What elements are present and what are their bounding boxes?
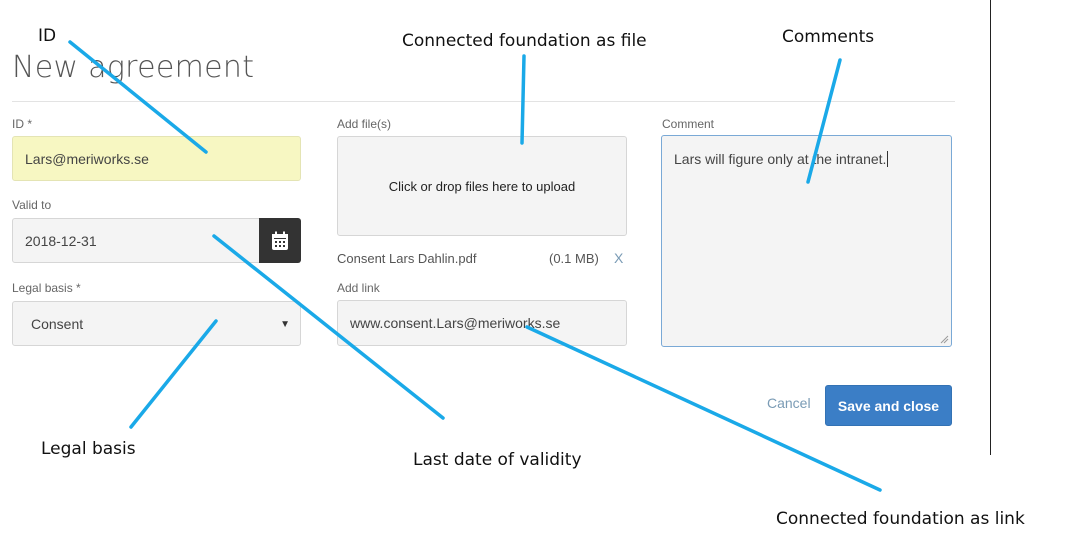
remove-file-icon[interactable]: X [614, 250, 623, 266]
legal-basis-select[interactable]: Consent ▼ [12, 301, 301, 346]
link-field[interactable]: www.consent.Lars@meriworks.se [337, 300, 627, 346]
id-field[interactable]: Lars@meriworks.se [12, 136, 301, 181]
file-dropzone[interactable]: Click or drop files here to upload [337, 136, 627, 236]
calendar-button[interactable] [259, 218, 301, 263]
id-value: Lars@meriworks.se [25, 150, 149, 167]
page-border [990, 0, 991, 455]
chevron-down-icon: ▼ [280, 319, 290, 330]
cancel-button[interactable]: Cancel [767, 395, 811, 411]
annotation-validity: Last date of validity [413, 450, 582, 470]
valid-to-field[interactable]: 2018-12-31 [12, 218, 260, 263]
comment-label: Comment [662, 117, 715, 131]
text-cursor [887, 151, 889, 167]
uploaded-file-name: Consent Lars Dahlin.pdf [337, 251, 477, 266]
uploaded-file-size: (0.1 MB) [549, 251, 599, 266]
valid-to-label: Valid to [12, 198, 52, 212]
annotation-file: Connected foundation as file [402, 31, 647, 51]
title-divider [12, 101, 955, 102]
annotation-link: Connected foundation as link [776, 509, 1025, 529]
link-value: www.consent.Lars@meriworks.se [350, 315, 561, 331]
comment-text: Lars will figure only at the intranet. [674, 151, 887, 167]
save-and-close-button[interactable]: Save and close [825, 385, 952, 426]
dropzone-text: Click or drop files here to upload [388, 178, 576, 194]
add-link-label: Add link [337, 281, 380, 295]
annotation-line-file [520, 54, 526, 145]
annotation-comments: Comments [782, 27, 875, 47]
legal-basis-label: Legal basis * [12, 281, 81, 295]
annotation-legal-basis: Legal basis [41, 439, 136, 459]
valid-to-value: 2018-12-31 [25, 232, 97, 249]
id-label: ID * [12, 117, 33, 131]
legal-basis-value: Consent [31, 315, 84, 332]
annotation-id: ID [38, 26, 57, 46]
calendar-icon [272, 231, 288, 250]
resize-handle-icon[interactable] [940, 335, 949, 344]
add-files-label: Add file(s) [337, 117, 392, 131]
comment-textarea[interactable]: Lars will figure only at the intranet. [661, 135, 952, 347]
page-title: New agreement [12, 50, 255, 85]
